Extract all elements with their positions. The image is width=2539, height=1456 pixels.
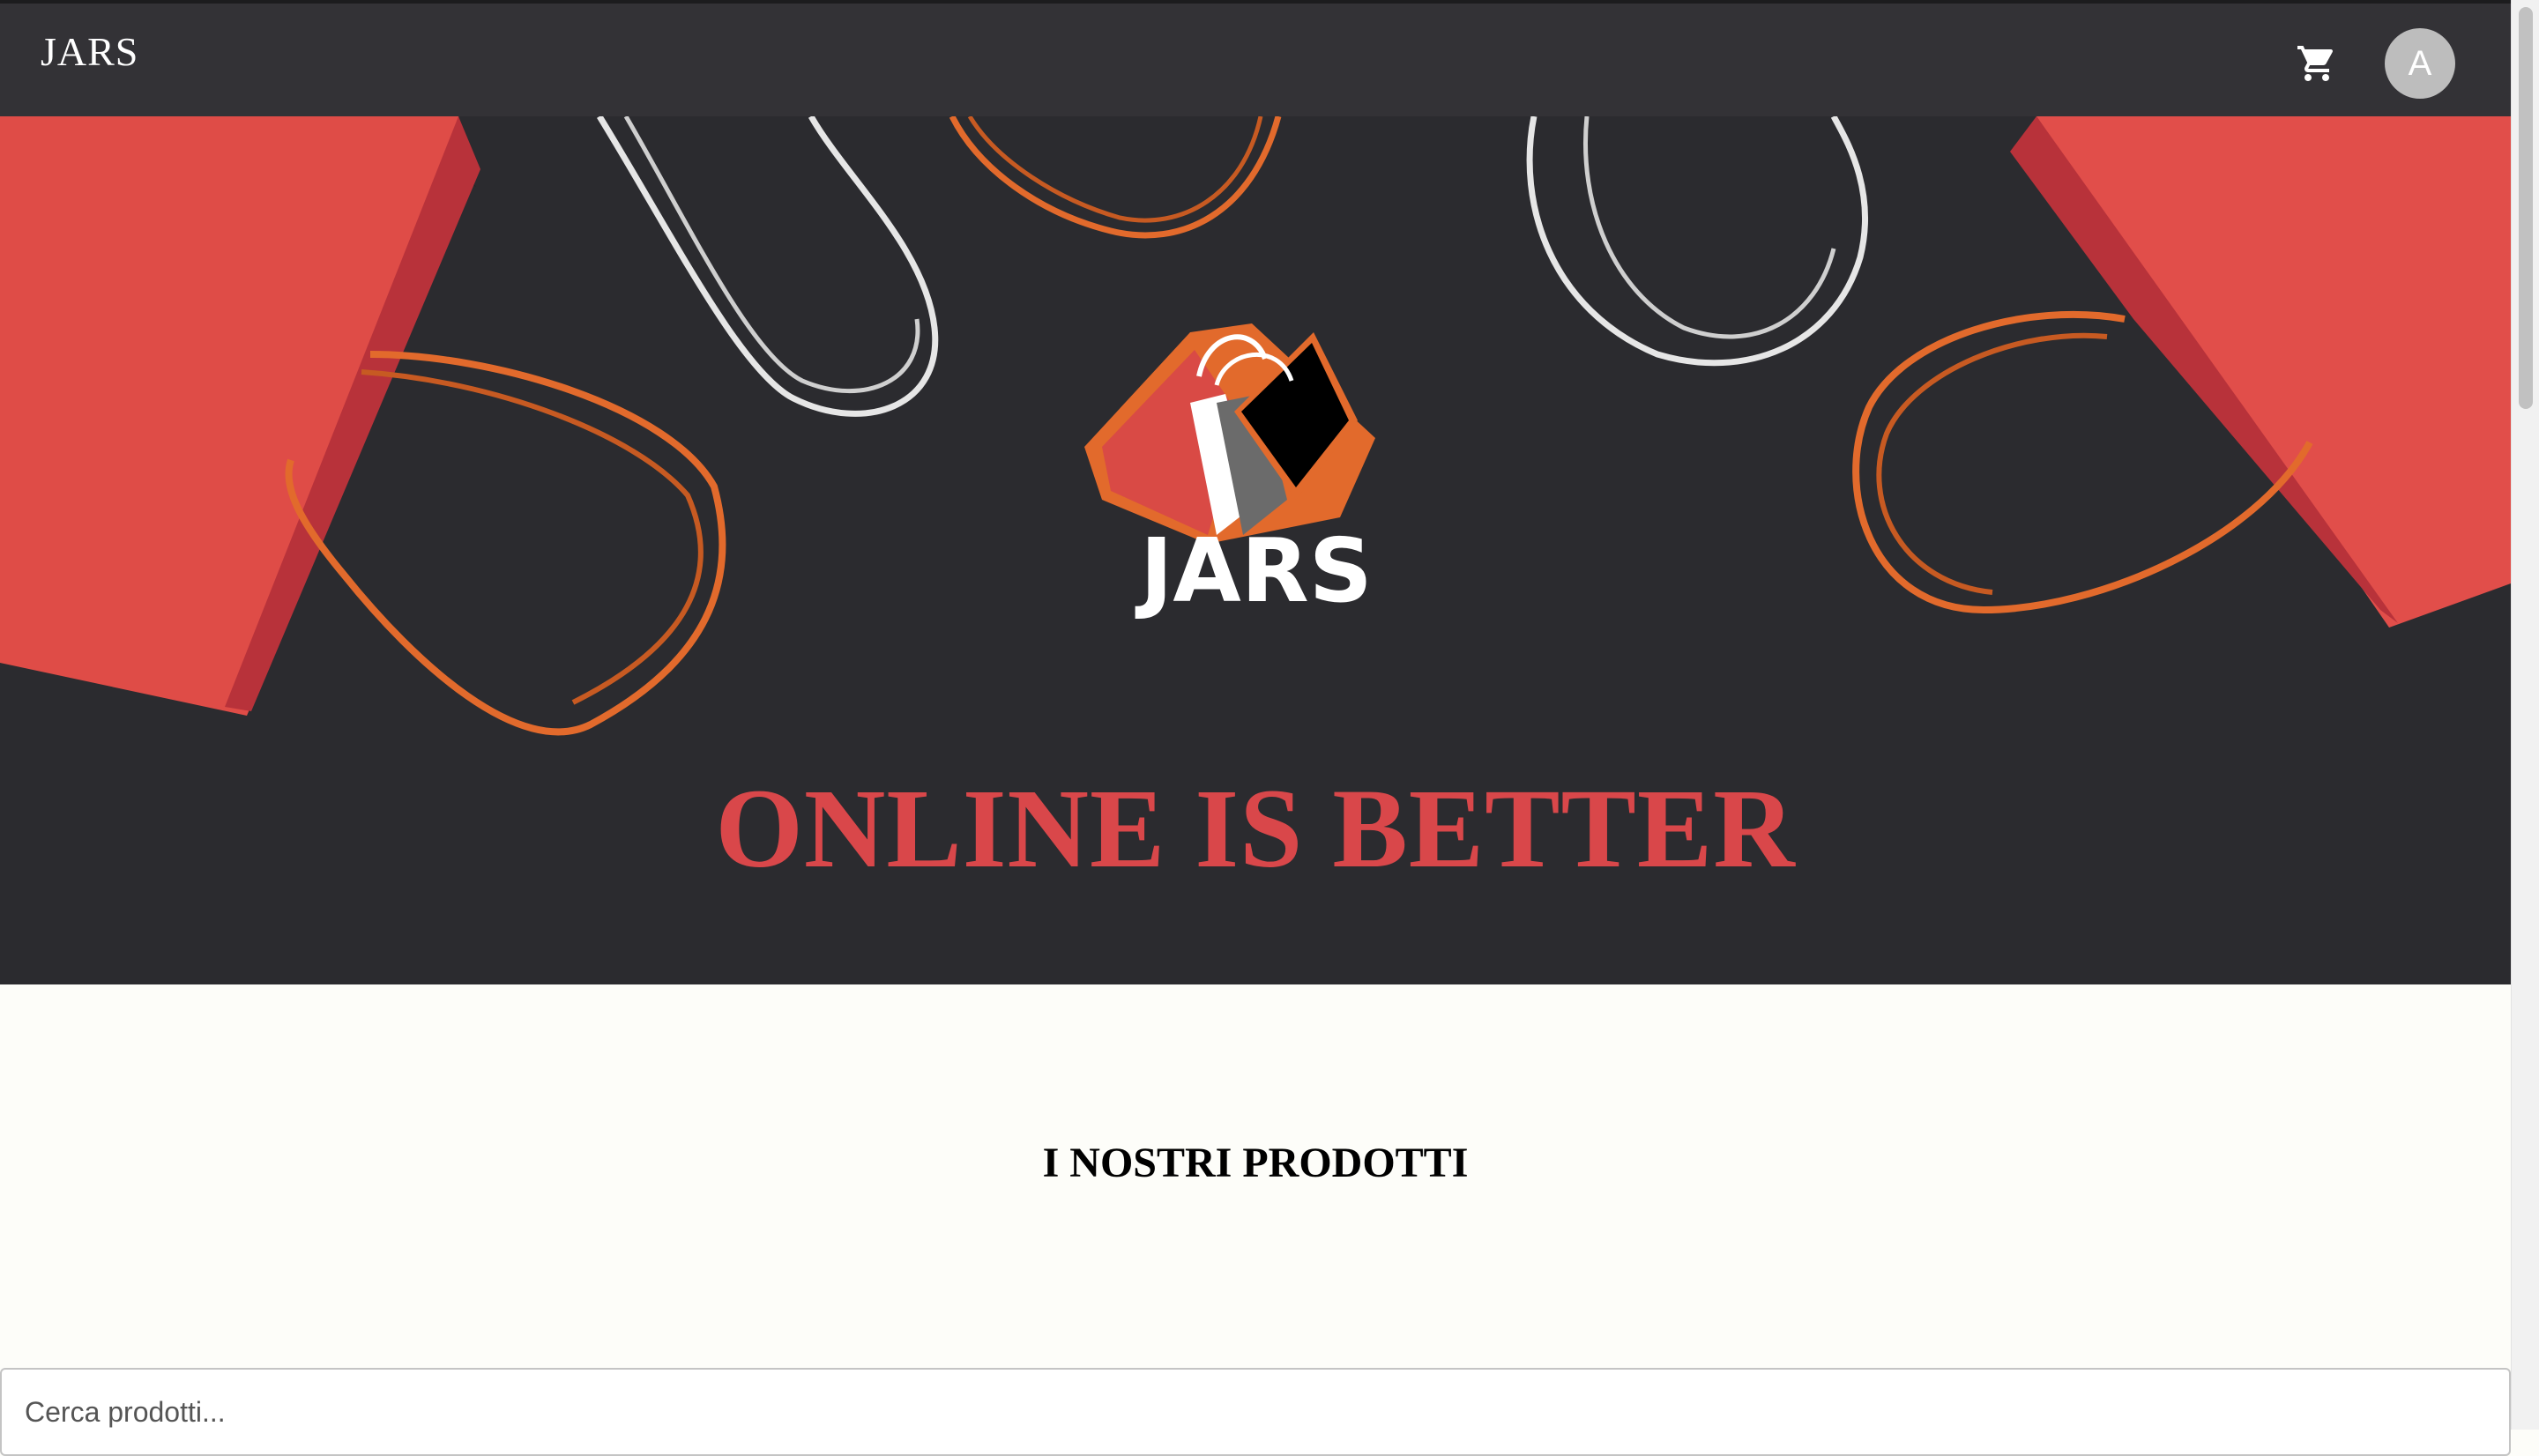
- product-search-input[interactable]: [0, 1368, 2511, 1456]
- products-section-title: I NOSTRI PRODOTTI: [1042, 1140, 1469, 1186]
- hero-slogan: ONLINE IS BETTER: [715, 766, 1796, 891]
- hero-banner: JARS ONLINE IS BETTER: [0, 116, 2511, 984]
- app-bar: JARS A: [0, 0, 2511, 116]
- logo-wordmark: JARS: [1135, 519, 1373, 622]
- cart-button[interactable]: [2290, 39, 2343, 88]
- page-scrollbar[interactable]: [2511, 0, 2539, 1430]
- scrollbar-thumb[interactable]: [2519, 7, 2533, 409]
- user-avatar[interactable]: A: [2385, 28, 2455, 99]
- shopping-cart-icon: [2297, 46, 2334, 81]
- jars-logo: JARS: [1084, 323, 1375, 622]
- brand-title[interactable]: JARS: [41, 28, 138, 75]
